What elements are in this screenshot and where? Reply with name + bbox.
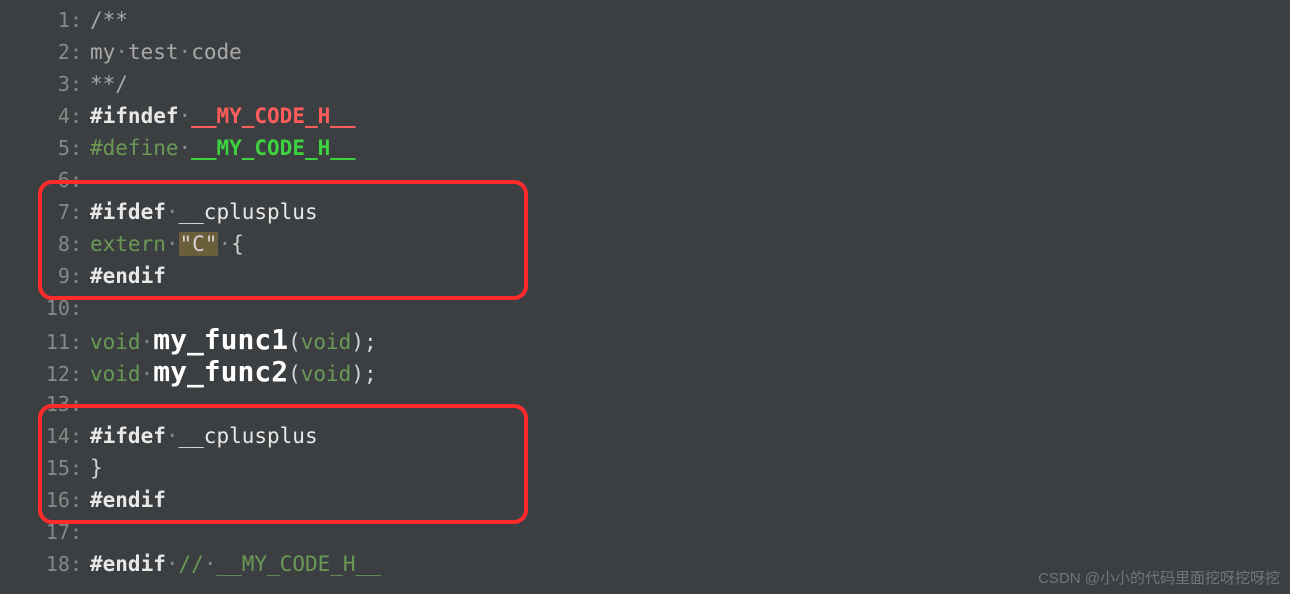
whitespace-dot: · (179, 40, 192, 64)
code-editor[interactable]: 1: /** 2: my·test·code 3: **/ 4: #ifndef… (0, 0, 1290, 584)
whitespace-dot: · (204, 552, 217, 576)
preproc-keyword: #endif (90, 488, 166, 512)
whitespace-dot: · (166, 232, 179, 256)
whitespace-dot: · (218, 232, 231, 256)
macro-name: __MY_CODE_H__ (191, 104, 355, 128)
preproc-keyword: #ifndef (90, 104, 179, 128)
line-number: 5: (0, 132, 90, 164)
line-number: 9: (0, 260, 90, 292)
line-number: 3: (0, 68, 90, 100)
macro-name: __MY_CODE_H__ (191, 136, 355, 160)
paren: ) (351, 362, 364, 386)
keyword: extern (90, 232, 166, 256)
line-number: 8: (0, 228, 90, 260)
line-number: 7: (0, 196, 90, 228)
brace: } (90, 456, 103, 480)
line-number: 18: (0, 548, 90, 580)
code-line[interactable]: 5: #define·__MY_CODE_H__ (0, 132, 1290, 164)
string-literal: "C" (179, 232, 219, 256)
line-number: 13: (0, 388, 90, 420)
function-name: my_func2 (153, 355, 288, 388)
whitespace-dot: · (115, 40, 128, 64)
whitespace-dot: · (141, 330, 154, 354)
code-line[interactable]: 12: void·my_func2(void); (0, 356, 1290, 388)
type-keyword: void (301, 362, 352, 386)
paren: ( (288, 362, 301, 386)
code-line[interactable]: 3: **/ (0, 68, 1290, 100)
whitespace-dot: · (179, 104, 192, 128)
whitespace-dot: · (141, 362, 154, 386)
line-number: 2: (0, 36, 90, 68)
macro-symbol: __cplusplus (179, 424, 318, 448)
code-line[interactable]: 17: (0, 516, 1290, 548)
brace: { (231, 232, 244, 256)
semicolon: ; (364, 362, 377, 386)
code-line[interactable]: 14: #ifdef·__cplusplus (0, 420, 1290, 452)
line-number: 10: (0, 292, 90, 324)
comment-text: /** (90, 8, 128, 32)
line-number: 16: (0, 484, 90, 516)
line-number: 1: (0, 4, 90, 36)
whitespace-dot: · (166, 200, 179, 224)
paren: ( (288, 330, 301, 354)
paren: ) (351, 330, 364, 354)
type-keyword: void (90, 330, 141, 354)
code-line[interactable]: 2: my·test·code (0, 36, 1290, 68)
preproc-keyword: #ifdef (90, 424, 166, 448)
preproc-keyword: #endif (90, 552, 166, 576)
macro-symbol: __cplusplus (179, 200, 318, 224)
whitespace-dot: · (166, 552, 179, 576)
line-number: 6: (0, 164, 90, 196)
preproc-keyword: #endif (90, 264, 166, 288)
code-line[interactable]: 15: } (0, 452, 1290, 484)
comment-text: my (90, 40, 115, 64)
line-number: 14: (0, 420, 90, 452)
code-line[interactable]: 13: (0, 388, 1290, 420)
line-number: 15: (0, 452, 90, 484)
line-number: 12: (0, 358, 90, 390)
whitespace-dot: · (166, 424, 179, 448)
preproc-keyword: #ifdef (90, 200, 166, 224)
watermark-text: CSDN @小小的代码里面挖呀挖呀挖 (1038, 567, 1280, 588)
line-number: 11: (0, 326, 90, 358)
comment-text: __MY_CODE_H__ (216, 552, 380, 576)
code-line[interactable]: 9: #endif (0, 260, 1290, 292)
comment-text: code (191, 40, 242, 64)
code-line[interactable]: 1: /** (0, 4, 1290, 36)
preproc-keyword: #define (90, 136, 179, 160)
comment-text: **/ (90, 72, 128, 96)
semicolon: ; (364, 330, 377, 354)
code-line[interactable]: 10: (0, 292, 1290, 324)
code-line[interactable]: 16: #endif (0, 484, 1290, 516)
line-number: 17: (0, 516, 90, 548)
type-keyword: void (301, 330, 352, 354)
comment-text: // (179, 552, 204, 576)
code-line[interactable]: 8: extern·"C"·{ (0, 228, 1290, 260)
line-number: 4: (0, 100, 90, 132)
type-keyword: void (90, 362, 141, 386)
whitespace-dot: · (179, 136, 192, 160)
code-line[interactable]: 6: (0, 164, 1290, 196)
comment-text: test (128, 40, 179, 64)
code-line[interactable]: 7: #ifdef·__cplusplus (0, 196, 1290, 228)
code-line[interactable]: 4: #ifndef·__MY_CODE_H__ (0, 100, 1290, 132)
function-name: my_func1 (153, 323, 288, 356)
code-line[interactable]: 11: void·my_func1(void); (0, 324, 1290, 356)
